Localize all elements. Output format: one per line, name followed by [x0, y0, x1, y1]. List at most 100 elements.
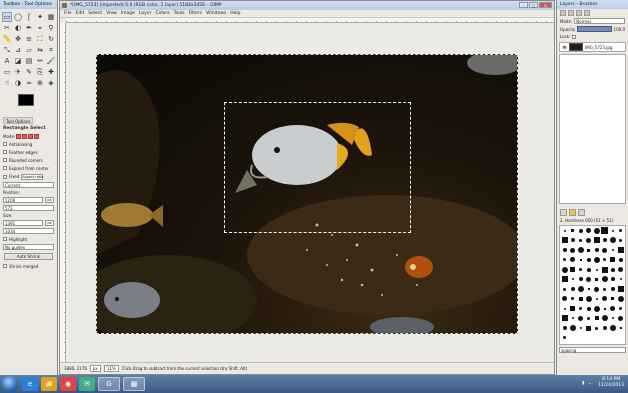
rect-select-icon[interactable]: ▭ — [2, 12, 12, 22]
ink-icon[interactable]: ✎ — [24, 67, 34, 77]
brush-item[interactable] — [585, 315, 592, 322]
lock-pixels-checkbox[interactable] — [572, 34, 577, 39]
rounded-row[interactable]: Rounded corners — [0, 156, 57, 164]
size-w-field[interactable]: 1391 — [3, 220, 43, 226]
menu-help[interactable]: Help — [230, 10, 240, 17]
zoom-icon[interactable]: ⚲ — [46, 23, 56, 33]
text-icon[interactable]: A — [2, 56, 12, 66]
brush-item[interactable] — [625, 325, 626, 332]
brush-item[interactable] — [625, 305, 626, 312]
chrome-icon[interactable]: ◉ — [60, 377, 76, 391]
brush-item[interactable] — [617, 276, 624, 283]
foreground-select-icon[interactable]: ◐ — [13, 23, 23, 33]
eraser-icon[interactable]: ▭ — [2, 67, 12, 77]
ie-icon[interactable]: e — [22, 377, 38, 391]
brush-item[interactable] — [577, 256, 584, 263]
image-canvas[interactable] — [96, 54, 518, 334]
brush-item[interactable] — [609, 247, 616, 254]
tag-filter-field[interactable]: spacing — [559, 347, 626, 353]
color-picker-icon[interactable]: ⌖ — [35, 23, 45, 33]
shrink-merged-checkbox[interactable] — [3, 264, 7, 268]
brush-item[interactable] — [609, 276, 616, 283]
layer-mode-select[interactable]: Normal — [574, 18, 625, 24]
pencil-icon[interactable]: ✏ — [35, 56, 45, 66]
brush-item[interactable] — [617, 227, 624, 234]
brush-grid[interactable] — [559, 225, 626, 345]
brush-item[interactable] — [601, 286, 608, 293]
clone-icon[interactable]: ⎘ — [35, 67, 45, 77]
flip-icon[interactable]: ⇋ — [35, 45, 45, 55]
brush-item[interactable] — [577, 266, 584, 273]
highlight-checkbox[interactable] — [3, 237, 7, 241]
antialiasing-row[interactable]: Antialiasing — [0, 140, 57, 148]
brush-item[interactable] — [585, 276, 592, 283]
menu-windows[interactable]: Windows — [206, 10, 226, 17]
mail-icon[interactable]: ✉ — [79, 377, 95, 391]
brush-item[interactable] — [593, 276, 600, 283]
brush-item[interactable] — [617, 305, 624, 312]
expand-checkbox[interactable] — [3, 166, 7, 170]
bucket-fill-icon[interactable]: ◪ — [13, 56, 23, 66]
volume-icon[interactable]: 🔈 — [588, 381, 594, 386]
heal-icon[interactable]: ✚ — [46, 67, 56, 77]
blend-icon[interactable]: ▤ — [24, 56, 34, 66]
brush-item[interactable] — [577, 237, 584, 244]
airbrush-icon[interactable]: ✈ — [13, 67, 23, 77]
brush-item[interactable] — [601, 266, 608, 273]
tab-layers[interactable] — [560, 10, 566, 16]
brush-item[interactable] — [585, 227, 592, 234]
current-field[interactable]: Current — [3, 182, 54, 188]
position-x-field[interactable]: 1206 — [3, 197, 43, 203]
vertical-ruler[interactable] — [60, 23, 66, 362]
unit-select[interactable]: px — [89, 365, 101, 372]
brush-item[interactable] — [585, 295, 592, 302]
brush-item[interactable] — [625, 237, 626, 244]
smudge-icon[interactable]: ☝ — [2, 78, 12, 88]
feather-checkbox[interactable] — [3, 150, 7, 154]
position-unit-select[interactable]: px — [45, 197, 54, 203]
shrink-merged-row[interactable]: Shrink merged — [0, 262, 57, 270]
brush-item[interactable] — [585, 286, 592, 293]
brush-item[interactable] — [561, 305, 568, 312]
brush-item[interactable] — [569, 237, 576, 244]
free-select-icon[interactable]: ʃ — [24, 12, 34, 22]
brush-item[interactable] — [625, 227, 626, 234]
brush-item[interactable] — [585, 305, 592, 312]
tab-channels[interactable] — [568, 10, 574, 16]
scissors-icon[interactable]: ✂ — [2, 23, 12, 33]
mode-replace-button[interactable] — [16, 134, 22, 139]
brush-item[interactable] — [561, 325, 568, 332]
brush-item[interactable] — [569, 315, 576, 322]
perspective-clone-icon[interactable]: ⊕ — [35, 78, 45, 88]
brush-item[interactable] — [625, 286, 626, 293]
brush-item[interactable] — [625, 295, 626, 302]
size-unit-select[interactable]: px — [45, 220, 54, 226]
brush-item[interactable] — [561, 315, 568, 322]
brush-item[interactable] — [609, 315, 616, 322]
brush-item[interactable] — [593, 247, 600, 254]
clock[interactable]: 8:14 PM 11/24/2013 — [598, 377, 624, 389]
brush-item[interactable] — [609, 237, 616, 244]
brush-item[interactable] — [593, 256, 600, 263]
mode-intersect-button[interactable] — [34, 134, 40, 139]
align-icon[interactable]: ≡ — [24, 34, 34, 44]
eye-icon[interactable]: 👁 — [562, 45, 567, 50]
dodge-icon[interactable]: ◑ — [13, 78, 23, 88]
brush-item[interactable] — [601, 247, 608, 254]
color-select-icon[interactable]: ▦ — [46, 12, 56, 22]
brush-item[interactable] — [569, 276, 576, 283]
menu-tools[interactable]: Tools — [174, 10, 185, 17]
mode-subtract-button[interactable] — [28, 134, 34, 139]
ellipse-select-icon[interactable]: ◯ — [13, 12, 23, 22]
tab-patterns[interactable] — [569, 209, 576, 216]
brush-item[interactable] — [617, 286, 624, 293]
move-icon[interactable]: ✥ — [13, 34, 23, 44]
brush-item[interactable] — [609, 305, 616, 312]
fuzzy-select-icon[interactable]: ✦ — [35, 12, 45, 22]
brush-item[interactable] — [617, 266, 624, 273]
network-icon[interactable]: ▮ — [582, 381, 584, 386]
brush-item[interactable] — [609, 286, 616, 293]
crop-icon[interactable]: ⛶ — [35, 34, 45, 44]
brush-item[interactable] — [625, 247, 626, 254]
brush-item[interactable] — [569, 227, 576, 234]
